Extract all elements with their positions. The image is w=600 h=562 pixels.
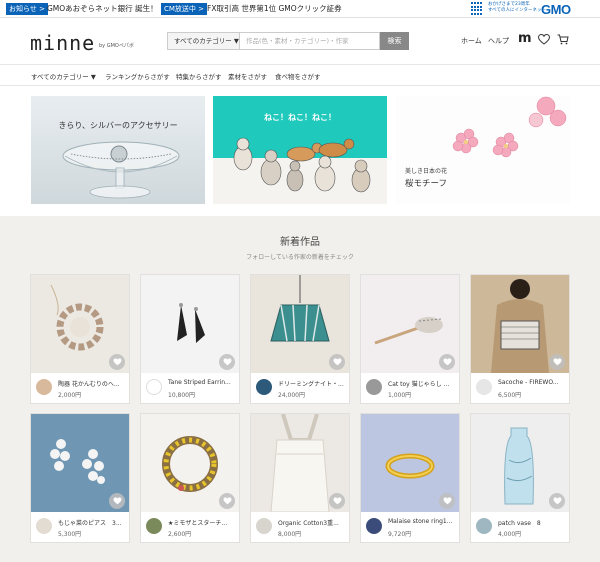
avatar[interactable] [36, 518, 52, 534]
banner-subtitle: 美しき日本の花 [405, 168, 448, 175]
heart-icon [333, 358, 341, 366]
avatar[interactable] [476, 518, 492, 534]
product-card[interactable]: Malaise stone ring1... 9,720円 [361, 414, 459, 542]
avatar[interactable] [476, 379, 492, 395]
feature-banners: きらり、シルバーのアクセサリー ねこ！ねこ！ねこ！ 美しき日本の花 桜モチーフ [0, 86, 600, 216]
product-title[interactable]: Malaise stone ring1... [388, 518, 456, 525]
favorite-button[interactable] [329, 354, 345, 370]
banner-sakura[interactable]: 美しき日本の花 桜モチーフ [396, 96, 570, 204]
nav-home[interactable]: ホーム [461, 36, 482, 46]
site-header: minne by GMOペパボ すべてのカテゴリー ▼ 検索 ホーム ヘルプ m [0, 18, 600, 64]
favorite-button[interactable] [549, 493, 565, 509]
product-title[interactable]: Tane Striped Earrin... [168, 379, 236, 386]
favorite-button[interactable] [219, 493, 235, 509]
gmo-top-bar: お知らせ > GMOあおぞらネット銀行 誕生！ CM放送中 > FX取引高 世界… [0, 0, 600, 18]
product-price: 4,000円 [498, 531, 522, 538]
heart-icon [113, 358, 121, 366]
product-title[interactable]: ドリーミングナイト・... [278, 379, 346, 388]
product-price: 8,000円 [278, 531, 302, 538]
product-title[interactable]: 陶器 花かんむりのヘ... [58, 379, 126, 388]
catnav-features[interactable]: 特集からさがす [176, 71, 222, 81]
banner-title: 桜モチーフ [405, 179, 447, 189]
product-price: 2,600円 [168, 531, 192, 538]
search-button[interactable]: 検索 [380, 32, 409, 50]
product-card[interactable]: patch vase 8 4,000円 [471, 414, 569, 542]
heart-icon [223, 497, 231, 505]
heart-icon [553, 358, 561, 366]
product-card[interactable]: 陶器 花かんむりのヘ... 2,000円 [31, 275, 129, 403]
catnav-materials[interactable]: 素材をさがす [228, 71, 267, 81]
cm-link[interactable]: FX取引高 世界第1位 GMOクリック証券 [207, 3, 342, 15]
cat-figurines-image [233, 137, 371, 193]
product-price: 6,500円 [498, 392, 522, 399]
product-card[interactable]: ドリーミングナイト・... 24,000円 [251, 275, 349, 403]
heart-icon [223, 358, 231, 366]
heart-icon [553, 497, 561, 505]
product-title[interactable]: Organic Cotton3重... [278, 518, 346, 527]
minne-logo[interactable]: minne [30, 31, 95, 55]
heart-icon [113, 497, 121, 505]
avatar[interactable] [146, 518, 162, 534]
product-card[interactable]: Sacoche - FIREWO... 6,500円 [471, 275, 569, 403]
glass-with-necklace-image [62, 141, 180, 199]
product-price: 10,800円 [168, 392, 195, 399]
mypage-icon[interactable]: m [518, 31, 532, 46]
favorite-button[interactable] [109, 354, 125, 370]
banner-silver-accessories[interactable]: きらり、シルバーのアクセサリー [31, 96, 205, 204]
product-card[interactable]: Cat toy 猫じゃらし ... 1,000円 [361, 275, 459, 403]
notice-link[interactable]: GMOあおぞらネット銀行 誕生！ [47, 3, 158, 15]
notice-tag[interactable]: お知らせ > [6, 3, 48, 15]
product-title[interactable]: ★ミモザとスターチ... [168, 518, 236, 527]
category-select[interactable]: すべてのカテゴリー ▼ [167, 32, 239, 50]
catnav-all-categories[interactable]: すべてのカテゴリー ▼ [31, 71, 96, 81]
avatar[interactable] [256, 518, 272, 534]
product-title[interactable]: もじゃ菜のピアス 3... [58, 518, 126, 527]
avatar[interactable] [36, 379, 52, 395]
product-price: 24,000円 [278, 392, 305, 399]
product-price: 9,720円 [388, 531, 412, 538]
heart-icon [443, 497, 451, 505]
gmo-tagline: おかげさまで23周年 すべての人にインターネット [488, 2, 547, 13]
heart-icon [443, 358, 451, 366]
heart-icon [333, 497, 341, 505]
cart-icon[interactable] [557, 34, 569, 45]
category-nav: すべてのカテゴリー ▼ ランキングからさがす 特集からさがす 素材をさがす 食べ… [0, 64, 600, 86]
product-card[interactable]: Tane Striped Earrin... 10,800円 [141, 275, 239, 403]
avatar[interactable] [146, 379, 162, 395]
banner-cats[interactable]: ねこ！ねこ！ねこ！ [213, 96, 387, 204]
section-title: 新着作品 [280, 237, 320, 248]
favorite-button[interactable] [219, 354, 235, 370]
logo-by-text: by GMOペパボ [99, 43, 134, 49]
gmo-logo[interactable]: GMO [541, 2, 571, 17]
favorites-heart-icon[interactable] [538, 34, 550, 45]
favorite-button[interactable] [439, 493, 455, 509]
product-price: 1,000円 [388, 392, 412, 399]
favorite-button[interactable] [329, 493, 345, 509]
product-price: 5,300円 [58, 531, 82, 538]
avatar[interactable] [366, 379, 382, 395]
avatar[interactable] [256, 379, 272, 395]
favorite-button[interactable] [109, 493, 125, 509]
product-price: 2,000円 [58, 392, 82, 399]
catnav-food[interactable]: 食べ物をさがす [275, 71, 321, 81]
nav-help[interactable]: ヘルプ [488, 36, 509, 46]
product-card[interactable]: Organic Cotton3重... 8,000円 [251, 414, 349, 542]
gmo-dots-icon [471, 2, 483, 15]
search-input[interactable] [239, 32, 380, 50]
catnav-ranking[interactable]: ランキングからさがす [105, 71, 170, 81]
avatar[interactable] [366, 518, 382, 534]
cm-tag[interactable]: CM放送中 > [161, 3, 208, 15]
product-card[interactable]: ★ミモザとスターチ... 2,600円 [141, 414, 239, 542]
section-subtitle: フォローしている作家の新着をチェック [246, 254, 354, 261]
product-title[interactable]: Cat toy 猫じゃらし ... [388, 379, 456, 388]
product-title[interactable]: Sacoche - FIREWO... [498, 379, 566, 386]
favorite-button[interactable] [439, 354, 455, 370]
product-card[interactable]: もじゃ菜のピアス 3... 5,300円 [31, 414, 129, 542]
product-title[interactable]: patch vase 8 [498, 518, 566, 527]
favorite-button[interactable] [549, 354, 565, 370]
